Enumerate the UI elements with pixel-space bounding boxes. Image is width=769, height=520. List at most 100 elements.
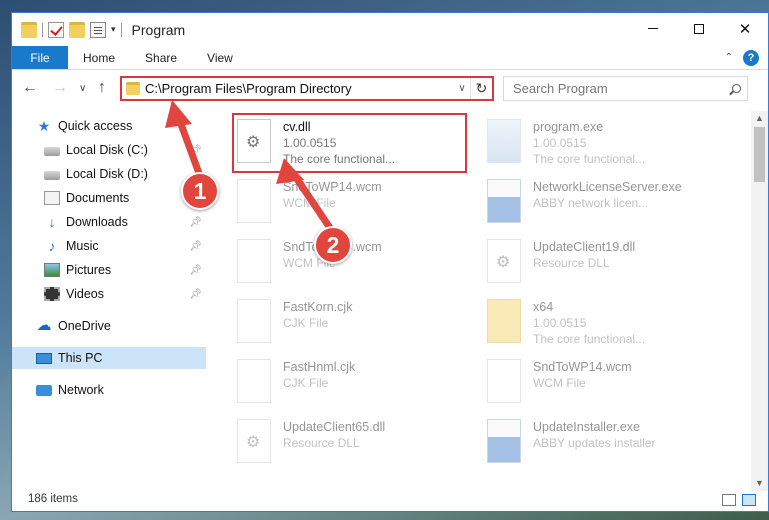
file-type: Resource DLL bbox=[533, 256, 610, 270]
close-icon: ✕ bbox=[738, 20, 752, 38]
toolbar-divider bbox=[42, 22, 43, 37]
file-item-sndtowp14-wcm[interactable]: SndToWP14.wcm WCM File bbox=[483, 355, 733, 411]
window-title: Program bbox=[131, 21, 186, 38]
file-version: 1.00.0515 bbox=[533, 136, 587, 150]
sidebar-item-label: Local Disk (C:) bbox=[66, 143, 148, 157]
item-count: 186 items bbox=[28, 493, 78, 505]
file-item-updateclient65-dll[interactable]: UpdateClient65.dll Resource DLL bbox=[233, 415, 468, 471]
star-icon: ★ bbox=[37, 118, 51, 134]
search-input[interactable]: Search Program bbox=[513, 81, 725, 96]
file-item-sndtowp14-wcm[interactable]: SndToWP14.wcm WCM File bbox=[233, 175, 468, 231]
ribbon-tabs: File Home Share View ⌃ ? bbox=[12, 46, 768, 70]
tab-view[interactable]: View bbox=[192, 46, 248, 69]
sidebar-item-network[interactable]: Network bbox=[12, 379, 206, 401]
file-item-fasthnml-cjk[interactable]: FastHnml.cjk CJK File bbox=[233, 355, 468, 411]
vertical-scrollbar[interactable]: ▲ ▼ bbox=[751, 111, 768, 491]
file-item-x64-folder[interactable]: x64 1.00.0515 The core functional... bbox=[483, 295, 733, 351]
sidebar-item-local-disk-d[interactable]: Local Disk (D:) bbox=[12, 163, 206, 185]
expand-ribbon-chevron-icon[interactable]: ⌃ bbox=[725, 52, 733, 63]
drive-icon bbox=[44, 147, 60, 156]
address-path[interactable]: C:\Program Files\Program Directory bbox=[145, 81, 454, 96]
file-list: cv.dll 1.00.0515 The core functional... … bbox=[219, 111, 744, 489]
file-description: The core functional... bbox=[533, 152, 646, 166]
sidebar-item-local-disk-c[interactable]: Local Disk (C:) 📌︎ bbox=[12, 139, 206, 161]
close-button[interactable]: ✕ bbox=[722, 13, 768, 44]
file-item-updateinstaller-exe[interactable]: UpdateInstaller.exe ABBY updates install… bbox=[483, 415, 733, 471]
step-badge-2: 2 bbox=[314, 226, 352, 264]
file-item-networklicenseserver-exe[interactable]: NetworkLicenseServer.exe ABBY network li… bbox=[483, 175, 733, 231]
sidebar-item-music[interactable]: ♪ Music 📌︎ bbox=[12, 235, 206, 257]
file-description: ABBY updates installer bbox=[533, 436, 656, 450]
exe-file-icon bbox=[487, 179, 521, 223]
file-description: The core functional... bbox=[533, 332, 646, 346]
file-type: WCM File bbox=[283, 196, 336, 210]
properties-check-icon[interactable] bbox=[48, 21, 64, 38]
folder-icon bbox=[487, 299, 521, 343]
address-bar[interactable]: C:\Program Files\Program Directory ∨ ↻ bbox=[120, 76, 494, 101]
blank-file-icon bbox=[237, 179, 271, 223]
file-item-updateclient19-dll[interactable]: UpdateClient19.dll Resource DLL bbox=[483, 235, 733, 291]
file-description: ABBY network licen... bbox=[533, 196, 649, 210]
network-icon bbox=[36, 384, 52, 396]
recent-locations-chevron-icon[interactable]: ∨ bbox=[79, 83, 86, 94]
file-name: UpdateClient19.dll bbox=[533, 240, 636, 254]
file-name: SndToWP14.wcm bbox=[283, 180, 382, 194]
maximize-button[interactable] bbox=[676, 13, 722, 44]
file-name: FastKorn.cjk bbox=[283, 300, 353, 314]
file-name: SndToWP14.wcm bbox=[533, 360, 632, 374]
search-box[interactable]: Search Program bbox=[503, 76, 748, 101]
documents-icon bbox=[44, 191, 60, 205]
status-bar: 186 items bbox=[12, 487, 768, 511]
up-arrow-icon[interactable]: ↑ bbox=[98, 79, 106, 97]
back-arrow-icon[interactable]: ← bbox=[22, 79, 38, 97]
dll-file-icon bbox=[237, 419, 271, 463]
file-type: Resource DLL bbox=[283, 436, 360, 450]
pictures-icon bbox=[44, 263, 60, 277]
sidebar-item-quick-access[interactable]: ★ Quick access bbox=[12, 115, 206, 137]
navigation-bar: ← → ∨ ↑ C:\Program Files\Program Directo… bbox=[12, 71, 768, 105]
view-switcher bbox=[722, 494, 756, 506]
sidebar-item-label: Quick access bbox=[58, 119, 133, 133]
sidebar-item-documents[interactable]: Documents 📌︎ bbox=[12, 187, 206, 209]
tab-file[interactable]: File bbox=[12, 46, 68, 69]
forward-arrow-icon[interactable]: → bbox=[52, 79, 68, 97]
sidebar-item-this-pc[interactable]: This PC bbox=[12, 347, 206, 369]
refresh-icon[interactable]: ↻ bbox=[470, 78, 492, 99]
scrollbar-thumb[interactable] bbox=[754, 127, 765, 182]
file-item-fastkorn-cjk[interactable]: FastKorn.cjk CJK File bbox=[233, 295, 468, 351]
sidebar-item-onedrive[interactable]: ☁ OneDrive bbox=[12, 315, 206, 337]
step-badge-1: 1 bbox=[181, 172, 219, 210]
sidebar-item-label: This PC bbox=[58, 351, 103, 365]
dll-file-icon bbox=[487, 239, 521, 283]
sidebar-item-label: Music bbox=[66, 239, 99, 253]
folder-icon[interactable] bbox=[21, 21, 37, 38]
blank-file-icon bbox=[487, 359, 521, 403]
address-dropdown-icon[interactable]: ∨ bbox=[454, 83, 470, 94]
tab-home[interactable]: Home bbox=[68, 46, 130, 69]
scroll-up-arrow-icon[interactable]: ▲ bbox=[751, 111, 768, 126]
minimize-button[interactable] bbox=[630, 13, 676, 44]
sidebar-item-downloads[interactable]: ↓ Downloads 📌︎ bbox=[12, 211, 206, 233]
sidebar-item-videos[interactable]: Videos 📌︎ bbox=[12, 283, 206, 305]
customize-toolbar-dropdown[interactable]: ▾ bbox=[111, 24, 116, 35]
videos-icon bbox=[44, 287, 60, 301]
toolbar-divider bbox=[120, 22, 122, 37]
details-view-icon[interactable] bbox=[722, 494, 736, 506]
sidebar-item-pictures[interactable]: Pictures 📌︎ bbox=[12, 259, 206, 281]
help-icon[interactable]: ? bbox=[743, 49, 759, 66]
search-icon[interactable] bbox=[725, 84, 747, 93]
blank-file-icon bbox=[237, 359, 271, 403]
tab-share[interactable]: Share bbox=[130, 46, 192, 69]
sidebar-item-label: Downloads bbox=[66, 215, 128, 229]
sidebar-item-label: Videos bbox=[66, 287, 104, 301]
new-folder-icon[interactable] bbox=[69, 21, 85, 38]
properties-icon[interactable] bbox=[90, 21, 106, 38]
this-pc-icon bbox=[36, 352, 52, 364]
blank-file-icon bbox=[237, 239, 271, 283]
highlight-box-cv-dll bbox=[232, 113, 467, 173]
file-item-program-exe[interactable]: program.exe 1.00.0515 The core functiona… bbox=[483, 115, 733, 171]
file-name: x64 bbox=[533, 300, 554, 314]
large-icons-view-icon[interactable] bbox=[742, 494, 756, 506]
maximize-icon bbox=[694, 23, 704, 34]
file-type: CJK File bbox=[283, 316, 329, 330]
